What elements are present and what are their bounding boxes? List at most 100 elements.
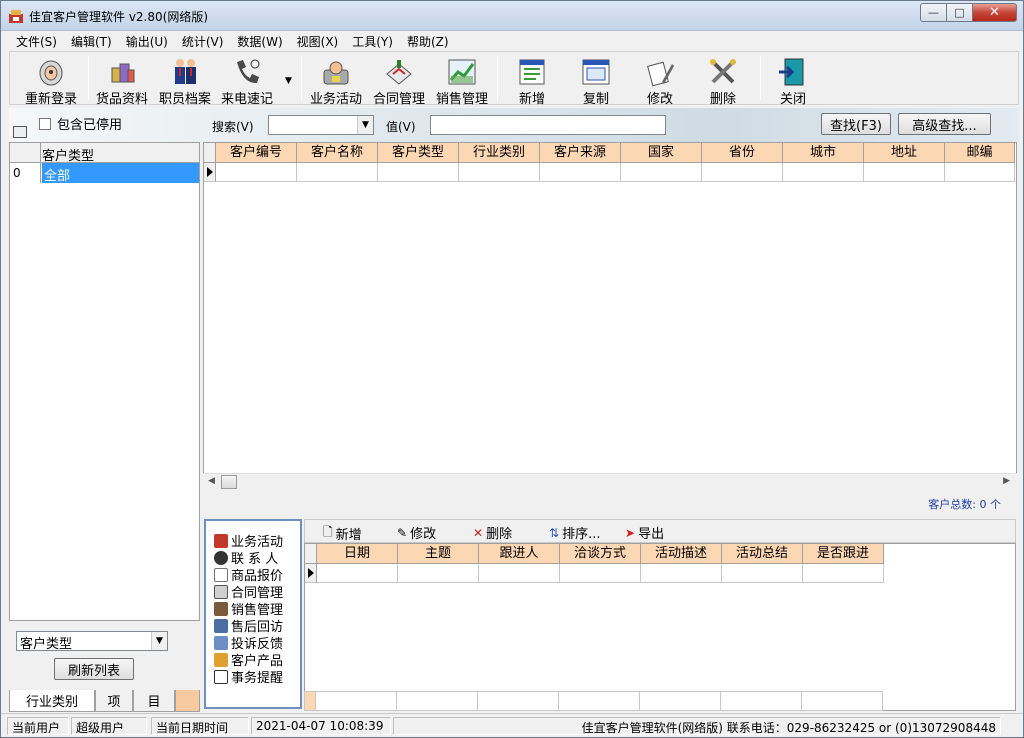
menu-statistics[interactable]: 统计(V)	[175, 31, 231, 51]
copy-button[interactable]: 复制	[566, 54, 626, 107]
contract-icon	[214, 584, 228, 599]
edit-pen-icon	[647, 61, 674, 87]
detail-add-button[interactable]: 🗋 新增	[323, 523, 362, 544]
chevron-down-icon[interactable]: ▼	[357, 116, 373, 134]
col-city[interactable]: 城市	[783, 143, 864, 163]
tab-entry[interactable]: 目	[133, 690, 175, 712]
window-title: 佳宜客户管理软件 v2.80(网络版)	[29, 10, 208, 24]
col-followup[interactable]: 是否跟进	[803, 544, 884, 564]
include-disabled-checkbox[interactable]: 包含已停用	[39, 114, 122, 133]
table-row[interactable]	[305, 564, 884, 583]
menu-output[interactable]: 输出(U)	[119, 31, 175, 51]
status-datetime: 2021-04-07 10:08:39	[251, 717, 391, 735]
search-field-label: 搜索(V)	[212, 120, 254, 134]
detail-nav-panel: 业务活动 联 系 人 商品报价 合同管理 销售管理 售后回访 投诉反馈 客户产品…	[204, 519, 302, 709]
detail-sort-label: 排序...	[562, 527, 601, 542]
sales-button[interactable]: 销售管理	[432, 54, 492, 107]
search-strip: 包含已停用 搜索(V) ▼ 值(V) 查找(F3) 高级查找...	[9, 108, 1019, 142]
feedback-icon	[214, 635, 228, 650]
row-label-all[interactable]: 全部	[42, 163, 199, 184]
col-summary[interactable]: 活动总结	[722, 544, 803, 564]
row-index: 0	[10, 163, 41, 183]
col-industry[interactable]: 行业类别	[459, 143, 540, 163]
calls-label: 来电速记	[220, 92, 273, 107]
find-button[interactable]: 查找(F3)	[821, 113, 891, 135]
detail-delete-button[interactable]: ✕ 删除	[473, 523, 512, 543]
menu-file[interactable]: 文件(S)	[9, 31, 64, 51]
chevron-down-icon[interactable]: ▼	[151, 632, 167, 650]
contracts-button[interactable]: 合同管理	[370, 54, 428, 107]
grid-header: 客户编号 客户名称 客户类型 行业类别 客户来源 国家 省份 城市 地址 邮编	[204, 143, 1015, 163]
col-address[interactable]: 地址	[864, 143, 945, 163]
search-field-combo[interactable]: ▼	[268, 115, 374, 135]
menu-view[interactable]: 视图(X)	[290, 31, 346, 51]
staff-label: 职员档案	[158, 92, 211, 107]
add-label: 新增	[518, 92, 545, 107]
col-date[interactable]: 日期	[317, 544, 398, 564]
search-value-input[interactable]	[430, 115, 666, 135]
scroll-left-icon[interactable]: ◀	[208, 476, 215, 486]
col-customer-type[interactable]: 客户类型	[378, 143, 459, 163]
col-customer-id[interactable]: 客户编号	[216, 143, 297, 163]
tab-item[interactable]: 项	[95, 690, 133, 712]
delete-label: 删除	[709, 92, 736, 107]
menu-data[interactable]: 数据(W)	[230, 31, 289, 51]
add-button[interactable]: 新增	[502, 54, 562, 107]
advanced-search-button[interactable]: 高级查找...	[898, 113, 991, 135]
activity-button[interactable]: 业务活动	[306, 54, 366, 107]
minimize-button[interactable]: —	[920, 3, 947, 22]
close-icon: ✕	[989, 5, 1000, 20]
close-window-button[interactable]: ✕	[972, 3, 1017, 22]
activity-grid-header: 日期 主题 跟进人 洽谈方式 活动描述 活动总结 是否跟进	[305, 544, 884, 564]
calls-dropdown-icon[interactable]: ▼	[285, 76, 292, 86]
activity-icon	[323, 61, 349, 85]
relogin-button[interactable]: 重新登录	[18, 54, 84, 107]
col-country[interactable]: 国家	[621, 143, 702, 163]
export-icon: ➤	[625, 525, 636, 540]
detail-export-button[interactable]: ➤ 导出	[625, 523, 664, 543]
checkbox-box[interactable]	[39, 117, 51, 130]
table-row[interactable]	[204, 163, 1015, 182]
scroll-thumb[interactable]	[221, 475, 237, 489]
detail-edit-button[interactable]: ✎ 修改	[397, 523, 436, 543]
menu-tools[interactable]: 工具(Y)	[345, 31, 400, 51]
close-button[interactable]: 关闭	[765, 54, 821, 107]
col-province[interactable]: 省份	[702, 143, 783, 163]
col-follower[interactable]: 跟进人	[479, 544, 560, 564]
col-customer-name[interactable]: 客户名称	[297, 143, 378, 163]
horizontal-scrollbar[interactable]: ◀ ▶	[203, 473, 1017, 490]
relogin-icon	[39, 60, 63, 86]
tab-industry[interactable]: 行业类别	[9, 690, 95, 712]
nav-reminders[interactable]: 事务提醒	[214, 667, 283, 686]
sales-label: 销售管理	[435, 92, 488, 107]
maximize-button[interactable]: □	[946, 3, 973, 22]
value-label: 值(V)	[386, 120, 416, 134]
menu-help[interactable]: 帮助(Z)	[400, 31, 456, 51]
scroll-right-icon[interactable]: ▶	[1003, 476, 1010, 486]
goods-button[interactable]: 货品资料	[92, 54, 152, 107]
calls-button[interactable]: 来电速记	[216, 54, 278, 107]
goods-icon	[111, 63, 135, 83]
col-postcode[interactable]: 邮编	[945, 143, 1015, 163]
col-subject[interactable]: 主题	[398, 544, 479, 564]
list-item[interactable]: 0 全部	[10, 163, 199, 184]
edit-button[interactable]: 修改	[630, 54, 690, 107]
status-bar: 当前用户 超级用户 当前日期时间 2021-04-07 10:08:39 佳宜客…	[1, 713, 1023, 737]
grid-select-icon[interactable]	[13, 126, 27, 138]
activity-label: 业务活动	[309, 92, 362, 107]
menu-edit[interactable]: 编辑(T)	[64, 31, 119, 51]
refresh-list-button[interactable]: 刷新列表	[54, 658, 134, 680]
maximize-icon: □	[954, 6, 965, 19]
close-label: 关闭	[779, 92, 806, 107]
delete-button[interactable]: 删除	[693, 54, 753, 107]
left-filter-combo[interactable]: 客户类型 ▼	[16, 631, 168, 652]
staff-button[interactable]: 职员档案	[155, 54, 215, 107]
edit-pen-icon: ✎	[397, 525, 408, 540]
customer-type-header: 客户类型	[42, 149, 95, 164]
sales-chart-icon	[448, 59, 476, 85]
left-filter-value: 客户类型	[20, 637, 73, 652]
col-description[interactable]: 活动描述	[641, 544, 722, 564]
col-source[interactable]: 客户来源	[540, 143, 621, 163]
detail-sort-button[interactable]: ⇅ 排序...	[549, 523, 601, 543]
col-method[interactable]: 洽谈方式	[560, 544, 641, 564]
